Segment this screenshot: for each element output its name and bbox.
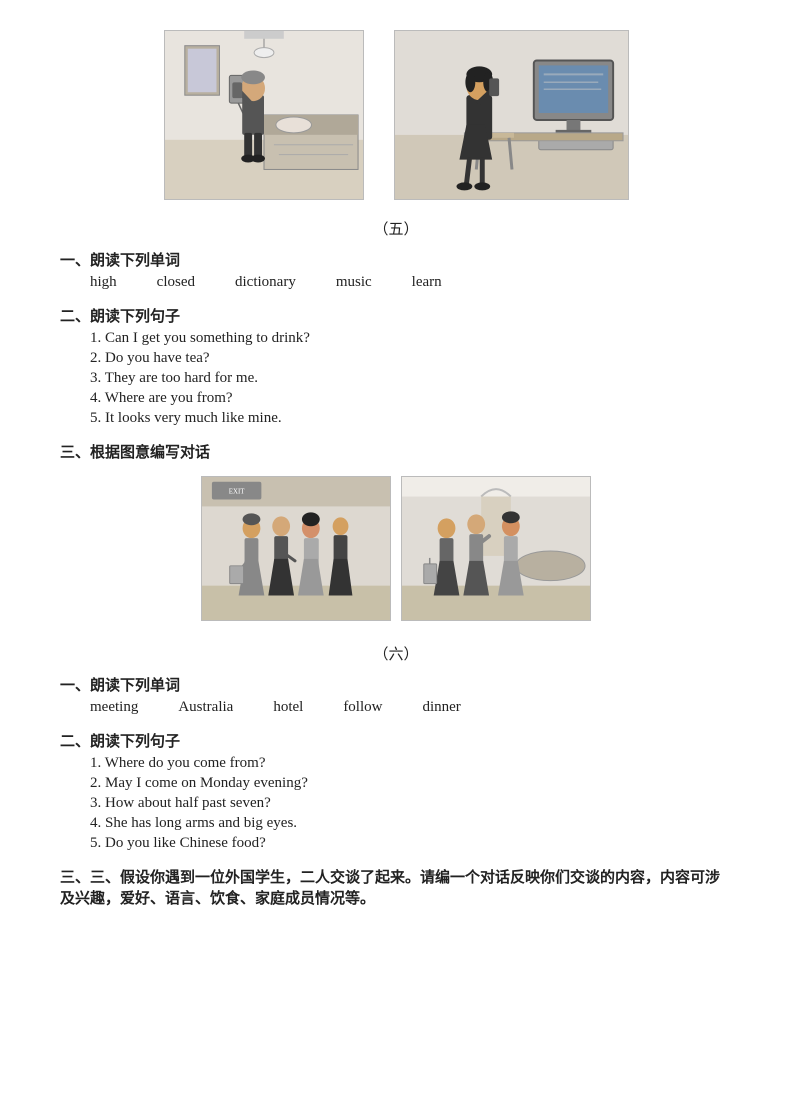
section6-word-row: meeting Australia hotel follow dinner [60,699,732,716]
sentence-6-3: 3. How about half past seven? [90,795,732,812]
section6-part1-header: 一、朗读下列单词 [60,674,732,695]
section6-title: （六） [373,647,418,663]
sentence-5-2: 2. Do you have tea? [90,350,732,367]
section6-part2: 二、朗读下列句子 1. Where do you come from? 2. M… [60,730,732,852]
word-meeting: meeting [90,699,138,716]
word-learn: learn [412,274,442,291]
word-follow: follow [343,699,382,716]
word-dinner: dinner [422,699,460,716]
word-dictionary: dictionary [235,274,296,291]
section5-title: （五） [60,218,732,239]
word-high: high [90,274,117,291]
section5-part1: 一、朗读下列单词 high closed dictionary music le… [60,249,732,291]
section6-block: （六） 一、朗读下列单词 meeting Australia hotel fol… [60,643,732,908]
word-hotel: hotel [273,699,303,716]
section5-part1-header: 一、朗读下列单词 [60,249,732,270]
sentence-5-5: 5. It looks very much like mine. [90,410,732,427]
section5-part3: 三、根据图意编写对话 [60,441,732,462]
sentence-5-4: 4. Where are you from? [90,390,732,407]
svg-text:EXIT: EXIT [229,489,246,496]
word-australia: Australia [178,699,233,716]
section5-sentences: 1. Can I get you something to drink? 2. … [60,330,732,427]
illustration-bottom-left: EXIT [201,476,391,621]
section6-part2-header: 二、朗读下列句子 [60,730,732,751]
section5-illustration-row: EXIT [60,476,732,621]
sentence-6-1: 1. Where do you come from? [90,755,732,772]
word-closed: closed [157,274,195,291]
sentence-6-4: 4. She has long arms and big eyes. [90,815,732,832]
section6-part3-text: 三、假设你遇到一位外国学生，二人交谈了起来。请编一个对话反映你们交谈的内容，内容… [60,870,720,907]
section5-part3-header: 三、根据图意编写对话 [60,441,732,462]
sentence-5-3: 3. They are too hard for me. [90,370,732,387]
section6-part3-header: 三、三、假设你遇到一位外国学生，二人交谈了起来。请编一个对话反映你们交谈的内容，… [60,866,732,908]
sentence-6-2: 2. May I come on Monday evening? [90,775,732,792]
top-illustration-row [60,30,732,200]
section5-part2-header: 二、朗读下列句子 [60,305,732,326]
section5-word-row: high closed dictionary music learn [60,274,732,291]
word-music: music [336,274,372,291]
section6-title-wrap: （六） [60,643,732,664]
section6-part3: 三、三、假设你遇到一位外国学生，二人交谈了起来。请编一个对话反映你们交谈的内容，… [60,866,732,908]
illustration-left [164,30,364,200]
illustration-bottom-right [401,476,591,621]
illustration-right [394,30,629,200]
sentence-6-5: 5. Do you like Chinese food? [90,835,732,852]
section6-part1: 一、朗读下列单词 meeting Australia hotel follow … [60,674,732,716]
section5-part2: 二、朗读下列句子 1. Can I get you something to d… [60,305,732,427]
section6-sentences: 1. Where do you come from? 2. May I come… [60,755,732,852]
sentence-5-1: 1. Can I get you something to drink? [90,330,732,347]
